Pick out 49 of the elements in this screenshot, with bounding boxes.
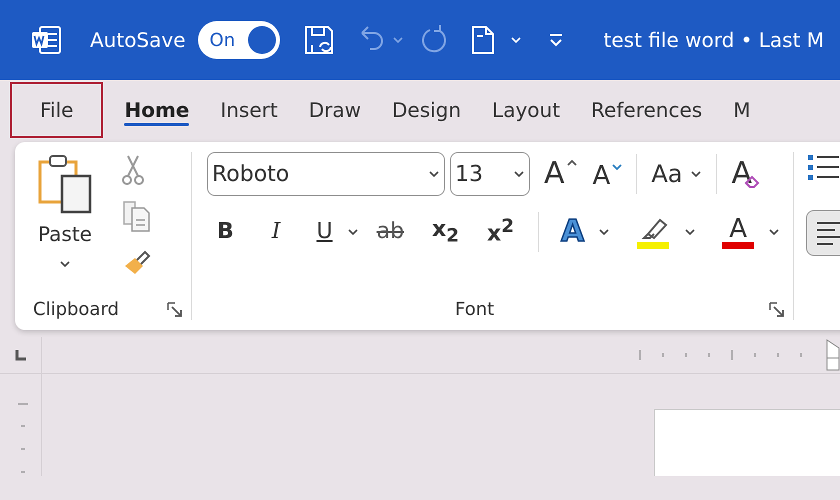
ribbon-tab[interactable]: Home	[109, 82, 204, 138]
align-left-button[interactable]	[806, 210, 840, 256]
tab-stop-icon[interactable]	[14, 349, 26, 361]
word-logo-icon[interactable]	[30, 24, 62, 56]
dialog-launcher-icon[interactable]	[769, 302, 785, 318]
dialog-launcher-icon[interactable]	[167, 302, 183, 318]
ribbon-tab[interactable]: Layout	[477, 82, 576, 138]
grow-font-button[interactable]: A	[540, 159, 581, 189]
strikethrough-button[interactable]: ab	[372, 221, 408, 243]
caret-icon	[513, 170, 525, 178]
paste-icon[interactable]	[36, 152, 94, 214]
caret-icon[interactable]	[684, 228, 696, 236]
italic-button[interactable]: I	[268, 221, 284, 243]
indent-marker-icon[interactable]	[826, 338, 840, 372]
ribbon-tab[interactable]: M	[718, 82, 766, 138]
ribbon-tab[interactable]: Insert	[205, 82, 293, 138]
caret-up-icon	[566, 159, 577, 167]
subscript-button[interactable]: x$_{2}$	[428, 218, 464, 246]
caret-icon[interactable]	[690, 170, 702, 178]
scissors-icon[interactable]	[121, 154, 145, 186]
superscript-button[interactable]: x$^{2}$	[483, 218, 518, 246]
ribbon-tab[interactable]: References	[576, 82, 718, 138]
customize-toolbar-icon[interactable]	[548, 32, 564, 48]
ribbon-tab[interactable]: Design	[376, 82, 476, 138]
document-icon[interactable]	[470, 24, 496, 56]
font-color-button[interactable]: A	[718, 216, 758, 248]
change-case-button[interactable]: Aa	[647, 162, 706, 186]
ribbon-tab[interactable]: Draw	[294, 82, 376, 138]
underline-button[interactable]: U	[312, 221, 337, 243]
align-left-icon	[815, 220, 840, 246]
caret-down-icon	[612, 163, 622, 171]
paste-button[interactable]: Paste	[38, 222, 92, 246]
caret-icon[interactable]	[768, 228, 780, 236]
bold-button[interactable]: B	[213, 221, 238, 243]
caret-icon[interactable]	[59, 260, 71, 268]
ribbon-tab[interactable]: File	[10, 82, 104, 138]
autosave-label: AutoSave	[90, 28, 186, 52]
document-title: test file word • Last M	[604, 28, 824, 52]
caret-icon	[428, 170, 440, 178]
copy-icon[interactable]	[121, 200, 151, 232]
group-label: Font	[455, 299, 494, 320]
font-name-dropdown[interactable]: Roboto	[207, 152, 445, 196]
shrink-font-button[interactable]: A	[588, 163, 626, 189]
caret-icon[interactable]	[346, 228, 359, 236]
clear-formatting-button[interactable]: A	[727, 159, 764, 189]
font-size-dropdown[interactable]: 13	[450, 152, 530, 196]
group-label: Clipboard	[33, 299, 119, 320]
autosave-toggle[interactable]: On	[198, 21, 280, 59]
caret-icon[interactable]	[598, 228, 610, 236]
